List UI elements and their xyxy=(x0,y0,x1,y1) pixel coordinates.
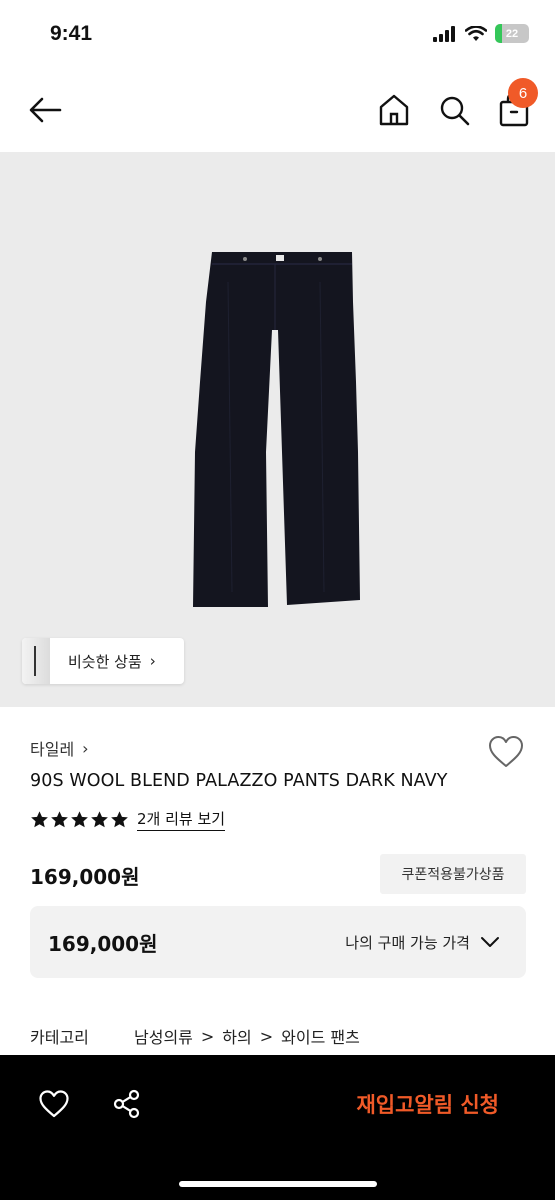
product-title: 90S WOOL BLEND PALAZZO PANTS DARK NAVY xyxy=(30,771,448,791)
category-row: 카테고리 남성의류 > 하의 > 와이드 팬츠 xyxy=(30,1024,360,1048)
category-crumb-1[interactable]: 남성의류 xyxy=(134,1024,193,1048)
breadcrumb-separator: > xyxy=(200,1026,215,1046)
home-indicator xyxy=(179,1181,377,1187)
similar-product-thumbnail xyxy=(22,638,50,684)
battery-indicator: 22 xyxy=(495,24,529,43)
rating-row: 2개 리뷰 보기 xyxy=(30,808,226,831)
rating-stars xyxy=(30,810,129,829)
brand-link[interactable]: 타일레 › xyxy=(30,736,89,760)
battery-fill xyxy=(495,24,503,43)
battery-percent: 22 xyxy=(505,27,519,40)
star-icon xyxy=(91,811,108,828)
breadcrumb-separator: > xyxy=(259,1026,274,1046)
coupon-status-badge: 쿠폰적용불가상품 xyxy=(380,854,526,894)
star-icon xyxy=(51,811,68,828)
my-price-value: 169,000원 xyxy=(48,932,158,956)
bottom-action-bar: 재입고알림 신청 xyxy=(0,1055,555,1200)
heart-icon[interactable] xyxy=(38,1089,70,1119)
category-crumb-3[interactable]: 와이드 팬츠 xyxy=(281,1024,360,1048)
home-icon[interactable] xyxy=(376,90,412,130)
category-crumb-2[interactable]: 하의 xyxy=(222,1024,251,1048)
wifi-icon xyxy=(465,25,487,41)
chevron-right-icon: › xyxy=(82,738,89,758)
status-icons: 22 xyxy=(433,24,529,43)
star-icon xyxy=(111,811,128,828)
star-icon xyxy=(71,811,88,828)
similar-products-label: 비슷한 상품 xyxy=(68,652,142,671)
category-label: 카테고리 xyxy=(30,1028,89,1047)
chevron-down-icon[interactable] xyxy=(480,932,500,952)
cart-count-badge: 6 xyxy=(508,78,538,108)
signal-icon xyxy=(433,25,455,42)
chevron-right-icon: › xyxy=(149,652,156,670)
heart-icon[interactable] xyxy=(487,734,525,770)
back-arrow-icon[interactable] xyxy=(26,90,66,130)
similar-products-button[interactable]: 비슷한 상품 › xyxy=(22,638,184,684)
star-icon xyxy=(31,811,48,828)
brand-name: 타일레 xyxy=(30,740,75,759)
restock-alert-button[interactable]: 재입고알림 신청 xyxy=(356,1089,499,1119)
status-time: 9:41 xyxy=(50,22,93,45)
top-nav-bar xyxy=(0,70,555,152)
review-link[interactable]: 2개 리뷰 보기 xyxy=(137,808,226,831)
pants-image xyxy=(193,252,360,607)
product-price: 169,000원 xyxy=(30,865,140,889)
product-image[interactable]: 비슷한 상품 › xyxy=(0,152,555,707)
my-price-label: 나의 구매 가능 가격 xyxy=(345,934,470,952)
status-bar: 9:41 22 xyxy=(0,0,555,70)
search-icon[interactable] xyxy=(436,90,472,130)
my-price-panel[interactable]: 169,000원 나의 구매 가능 가격 xyxy=(30,906,526,978)
share-icon[interactable] xyxy=(112,1089,142,1119)
